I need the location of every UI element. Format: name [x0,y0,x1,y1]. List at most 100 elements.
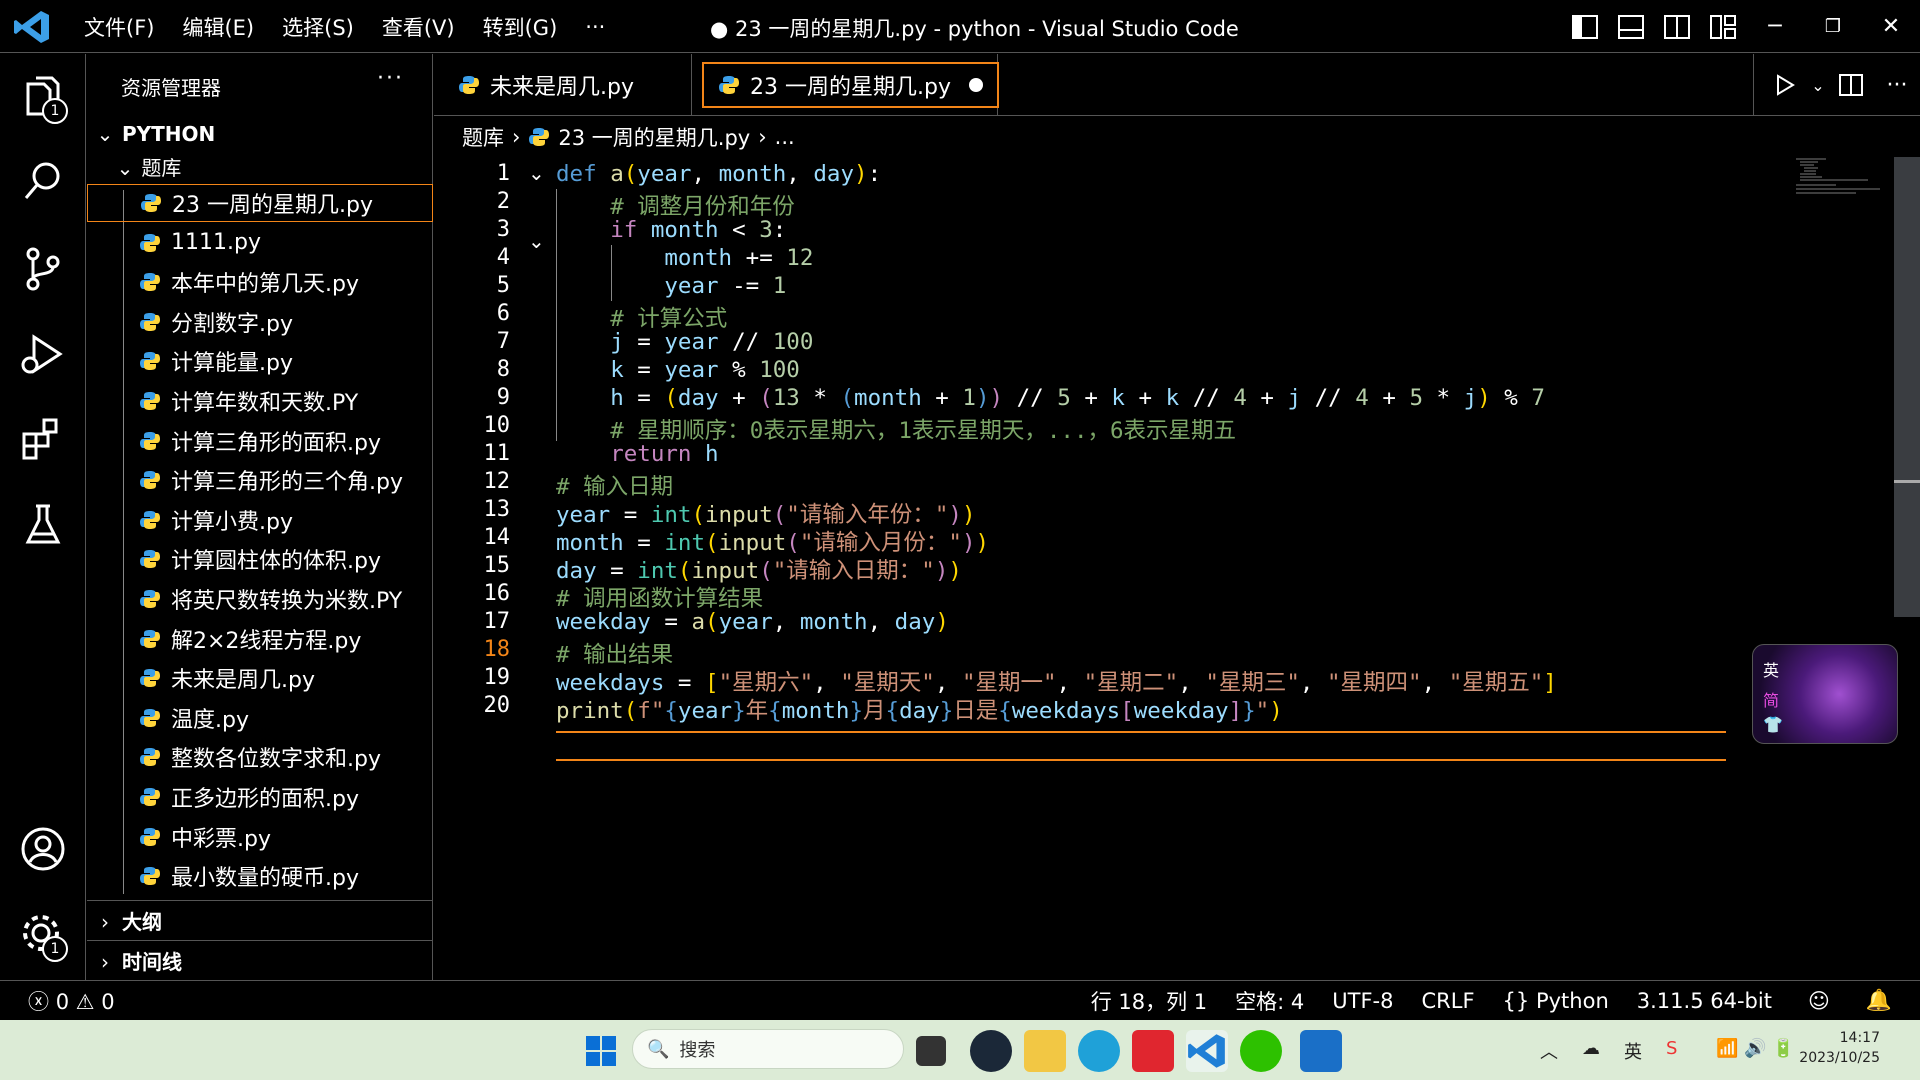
indentation[interactable]: 空格: 4 [1235,986,1304,1016]
ime-floating-widget[interactable]: 英 简 👕 [1752,644,1898,744]
customize-layout-icon[interactable] [1700,0,1746,53]
menu-more[interactable]: ··· [585,15,605,39]
sogou-icon[interactable]: S [1666,1038,1677,1059]
outline-section[interactable]: › 大纲 [95,906,162,936]
menu-go[interactable]: 转到(G) [483,12,558,42]
feedback-icon[interactable]: ☺ [1808,989,1830,1013]
ime-mode-label[interactable]: 简 [1763,687,1779,711]
cursor-position[interactable]: 行 18，列 1 [1091,986,1207,1016]
editor-scrollbar[interactable] [1894,157,1920,617]
battery-icon[interactable]: 🔋 [1772,1038,1794,1059]
search-icon[interactable] [18,156,68,206]
task-view-icon[interactable] [916,1036,946,1066]
wifi-icon[interactable]: 📶 [1716,1038,1738,1059]
file-item[interactable]: 温度.py [127,699,433,737]
encoding[interactable]: UTF-8 [1332,989,1393,1013]
toggle-sidebar-icon[interactable] [1562,0,1608,53]
vscode-logo-icon[interactable] [12,9,52,45]
ime-skin-icon[interactable]: 👕 [1763,715,1783,734]
file-item[interactable]: 计算能量.py [127,342,433,380]
more-actions-icon[interactable]: ··· [1874,73,1920,98]
python-interpreter[interactable]: 3.11.5 64-bit [1637,989,1772,1013]
onedrive-icon[interactable]: ☁ [1582,1038,1600,1059]
file-explorer-icon[interactable] [1024,1030,1066,1072]
menu-edit[interactable]: 编辑(E) [182,12,254,42]
line-number: 8 [496,357,510,382]
toggle-panel-icon[interactable] [1608,0,1654,53]
file-item[interactable]: 分割数字.py [127,303,433,341]
extensions-icon[interactable] [18,414,68,464]
python-file-icon [140,867,160,886]
notifications-bell-icon[interactable]: 🔔 [1866,988,1892,1013]
file-item[interactable]: 计算三角形的三个角.py [127,461,433,499]
file-name: 1111.py [171,230,261,256]
file-item[interactable]: 23 一周的星期几.py [87,184,433,222]
timeline-section[interactable]: › 时间线 [95,946,182,976]
explorer-icon[interactable]: 1 [18,72,68,124]
language-mode[interactable]: {} Python [1503,989,1609,1013]
volume-icon[interactable]: 🔊 [1744,1038,1766,1059]
fold-chevron-icon[interactable]: ⌄ [528,161,545,185]
run-python-icon[interactable] [1762,74,1808,96]
folder-tiku[interactable]: ⌄ 题库 [115,152,182,182]
menu-view[interactable]: 查看(V) [382,12,455,42]
file-item[interactable]: 解2×2线程方程.py [127,620,433,658]
file-item[interactable]: 最小数量的硬币.py [127,857,433,895]
edge-browser-icon[interactable] [1078,1030,1120,1072]
minimap[interactable] [1796,157,1888,197]
windows-start-icon[interactable] [580,1030,622,1072]
taskbar-search[interactable]: 🔍 搜索 [632,1029,904,1069]
source-control-icon[interactable] [18,244,68,294]
vscode-taskbar-icon[interactable] [1186,1030,1228,1072]
problems-indicator[interactable]: ⓧ 0 ⚠ 0 [28,986,115,1016]
file-item[interactable]: 将英尺数转换为米数.PY [127,580,433,618]
run-dropdown-chevron-icon[interactable]: ⌄ [1808,76,1828,95]
minimize-icon[interactable]: ─ [1746,0,1804,53]
menu-selection[interactable]: 选择(S) [282,12,354,42]
windows-taskbar: 🔍 搜索 ︿ ☁ 英 S 📶 🔊 🔋 14:17 2023/10/25 [0,1020,1920,1080]
run-debug-icon[interactable] [18,329,68,379]
explorer-more-button[interactable]: ··· [377,66,404,91]
file-item[interactable]: 计算年数和天数.PY [127,382,433,420]
tray-ime-icon[interactable]: 英 [1624,1038,1642,1064]
line-ending[interactable]: CRLF [1422,989,1475,1013]
code-editor[interactable]: 1 2 3 4 5 6 7 8 9 10 11 12 13 14 15 16 17 18 19 20 ⌄ ⌄ def … [434,157,1920,980]
app-window-icon[interactable] [1300,1030,1342,1072]
unsaved-dot-icon[interactable] [968,78,983,92]
tray-chevron-icon[interactable]: ︿ [1540,1038,1558,1064]
file-item[interactable]: 1111.py [127,224,433,262]
braces-icon: {} [1502,988,1530,1013]
netease-music-icon[interactable] [1132,1030,1174,1072]
menu-file[interactable]: 文件(F) [84,12,154,42]
restore-icon[interactable]: ❐ [1804,0,1862,53]
testing-icon[interactable] [18,500,68,550]
breadcrumb-file[interactable]: 23 一周的星期几.py [558,122,750,152]
file-item[interactable]: 正多边形的面积.py [127,778,433,816]
file-item[interactable]: 计算小费.py [127,501,433,539]
file-item[interactable]: 中彩票.py [127,818,433,856]
toggle-secondary-sidebar-icon[interactable] [1654,0,1700,53]
breadcrumb-symbols[interactable]: ... [775,125,795,149]
file-item[interactable]: 计算圆柱体的体积.py [127,540,433,578]
file-item[interactable]: 整数各位数字求和.py [127,738,433,776]
file-item[interactable]: 未来是周几.py [127,659,433,697]
settings-gear-icon[interactable]: 1 [18,910,68,962]
code-line: h = (day + (13 * (month + 1)) // 5 + k +… [610,385,1545,411]
breadcrumb-folder[interactable]: 题库 [462,122,504,152]
ime-lang-label[interactable]: 英 [1763,657,1779,681]
code-line: month += 12 [664,245,814,271]
steam-icon[interactable] [970,1030,1012,1072]
file-item[interactable]: 计算三角形的面积.py [127,422,433,460]
tab-weekday-active[interactable]: 23 一周的星期几.py [692,54,999,116]
wechat-icon[interactable] [1240,1030,1282,1072]
explorer-badge: 1 [42,98,68,124]
workspace-root[interactable]: ⌄ PYTHON [95,122,216,152]
close-icon[interactable]: ✕ [1862,0,1920,53]
fold-chevron-icon[interactable]: ⌄ [528,229,545,253]
tab-future-weekday[interactable]: 未来是周几.py [434,54,692,116]
file-item[interactable]: 本年中的第几天.py [127,263,433,301]
accounts-icon[interactable] [18,824,68,874]
file-name: 整数各位数字求和.py [171,747,381,773]
split-editor-icon[interactable] [1828,74,1874,96]
system-clock[interactable]: 14:17 2023/10/25 [1799,1028,1880,1068]
